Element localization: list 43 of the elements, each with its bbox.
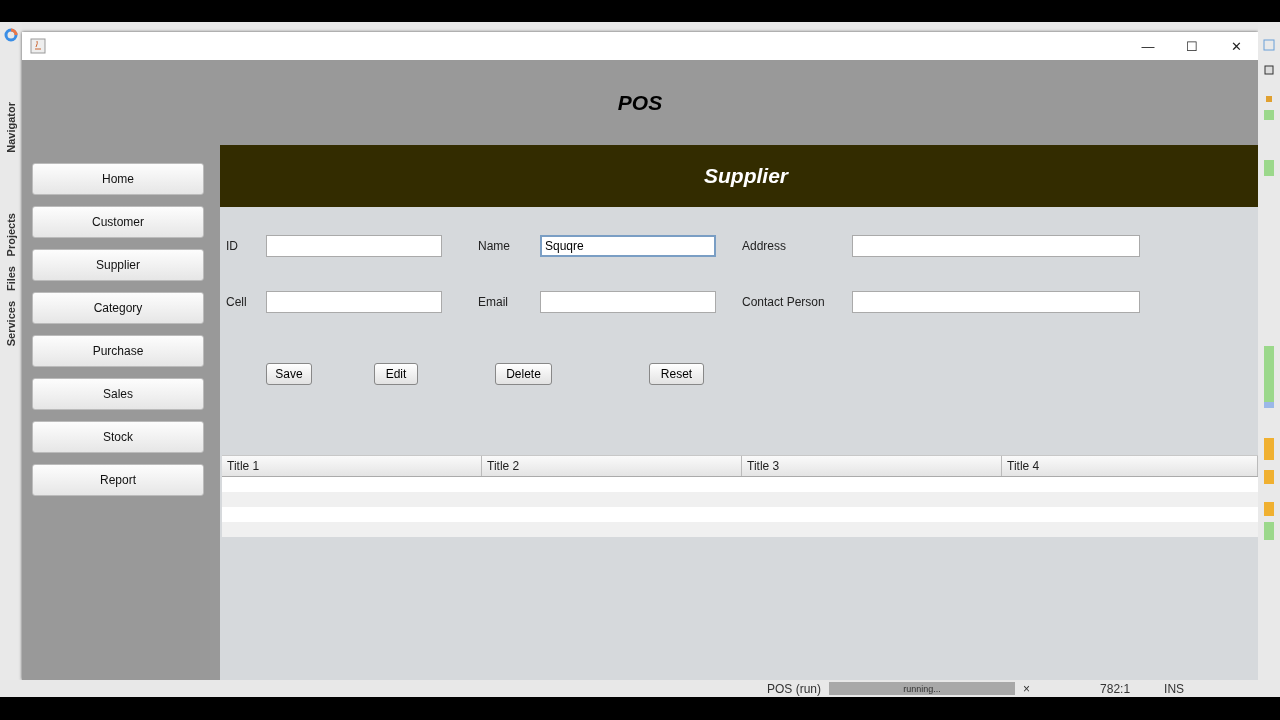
input-field[interactable] <box>852 291 1140 313</box>
panel-title: Supplier <box>703 164 788 188</box>
action-button[interactable]: Edit <box>374 363 418 385</box>
window-control[interactable]: ☐ <box>1170 38 1214 54</box>
column-header[interactable]: Title 1 <box>222 456 482 476</box>
nav-button[interactable]: Sales <box>32 378 204 410</box>
field-label: Cell <box>226 295 248 309</box>
nav-button[interactable]: Category <box>32 292 204 324</box>
column-header[interactable]: Title 3 <box>742 456 1002 476</box>
caret-position: 782:1 <box>1100 681 1131 696</box>
field-label: Contact Person <box>742 295 826 309</box>
window-control[interactable]: — <box>1126 38 1170 54</box>
input-field[interactable] <box>266 235 442 257</box>
field-label: ID <box>226 239 239 253</box>
column-header[interactable]: Title 2 <box>482 456 742 476</box>
field-label: Name <box>478 239 511 253</box>
action-button[interactable]: Delete <box>495 363 552 385</box>
side-tab[interactable]: Services <box>5 301 17 347</box>
field-label: Address <box>742 239 788 253</box>
cancel-button[interactable]: × <box>1023 681 1031 696</box>
window-control[interactable]: ✕ <box>1214 38 1258 54</box>
nav-button[interactable]: Stock <box>32 421 204 453</box>
side-tab[interactable]: Projects <box>5 212 17 257</box>
side-tab[interactable]: Files <box>5 266 17 292</box>
input-field[interactable] <box>266 291 442 313</box>
progress-text: running... <box>903 683 941 694</box>
side-tab[interactable]: Navigator <box>5 102 17 153</box>
insert-mode: INS <box>1164 681 1185 696</box>
app-logo-icon <box>4 28 18 42</box>
input-field[interactable] <box>852 235 1140 257</box>
nav-button[interactable]: Supplier <box>32 249 204 281</box>
nav-button[interactable]: Report <box>32 464 204 496</box>
nav-button[interactable]: Customer <box>32 206 204 238</box>
action-button[interactable]: Save <box>266 363 312 385</box>
nav-button[interactable]: Purchase <box>32 335 204 367</box>
java-icon <box>30 38 46 54</box>
action-button[interactable]: Reset <box>649 363 704 385</box>
nav-button[interactable]: Home <box>32 163 204 195</box>
app-title: POS <box>617 90 663 115</box>
project-status: POS (run) <box>767 681 821 696</box>
input-field[interactable] <box>540 291 716 313</box>
input-field[interactable]: Squqre <box>540 235 716 257</box>
field-label: Email <box>478 295 509 309</box>
